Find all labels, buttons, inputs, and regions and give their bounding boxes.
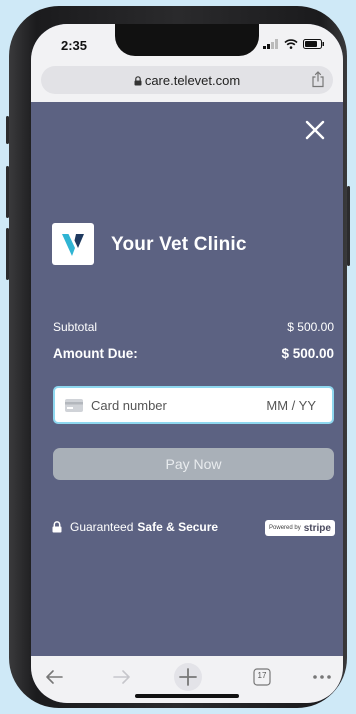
home-indicator[interactable]: [135, 694, 239, 698]
clinic-logo-mark: [62, 234, 84, 256]
side-button: [347, 186, 350, 266]
forward-button[interactable]: [107, 664, 137, 690]
amount-due-label: Amount Due:: [53, 346, 138, 361]
forward-arrow-icon: [113, 670, 130, 684]
status-icons: [263, 39, 325, 49]
url-display: care.televet.com: [41, 73, 333, 88]
url-text: care.televet.com: [144, 73, 241, 88]
subtotal-label: Subtotal: [53, 320, 98, 334]
status-bar: 2:35: [31, 24, 343, 60]
share-icon[interactable]: [311, 71, 325, 88]
wifi-icon: [284, 39, 298, 49]
more-dots-icon: [313, 675, 331, 679]
secure-prefix: Guaranteed: [70, 520, 134, 534]
tab-count: 17: [257, 671, 267, 680]
clinic-logo: [52, 223, 94, 265]
card-input[interactable]: Card number MM / YY: [53, 386, 334, 424]
back-arrow-icon: [46, 670, 63, 684]
credit-card-icon: [65, 399, 83, 412]
address-bar[interactable]: care.televet.com: [41, 66, 333, 94]
clinic-name: Your Vet Clinic: [111, 234, 247, 255]
more-button[interactable]: [307, 664, 337, 690]
secure-note: Guaranteed Safe & Secure: [52, 520, 218, 534]
lock-icon: [134, 76, 142, 86]
close-icon[interactable]: [303, 118, 327, 142]
side-button: [6, 166, 9, 218]
tabs-button[interactable]: 17: [247, 664, 277, 690]
card-number-placeholder[interactable]: Card number: [91, 398, 167, 413]
battery-icon: [303, 39, 324, 49]
side-button: [6, 116, 9, 144]
secure-strong: Safe & Secure: [137, 520, 219, 534]
notch: [115, 24, 259, 56]
amount-due-value: $ 500.00: [281, 346, 334, 361]
side-button: [6, 228, 9, 280]
lock-icon: [52, 521, 62, 533]
back-button[interactable]: [39, 664, 69, 690]
phone-frame: 2:35 care.televet.com Your Vet Clinic Su…: [6, 6, 350, 708]
powered-by-stripe-badge[interactable]: Powered by stripe: [265, 520, 335, 536]
signal-icon: [263, 39, 278, 49]
powered-by-text: Powered by: [269, 525, 301, 531]
browser-toolbar: care.televet.com: [31, 60, 343, 102]
plus-icon: [174, 663, 202, 691]
subtotal-value: $ 500.00: [287, 320, 334, 334]
stripe-wordmark: stripe: [303, 522, 331, 534]
new-tab-button[interactable]: [173, 663, 203, 691]
status-time: 2:35: [61, 38, 88, 53]
screen: 2:35 care.televet.com Your Vet Clinic Su…: [31, 24, 343, 703]
expiry-placeholder[interactable]: MM / YY: [266, 398, 316, 413]
pay-now-button[interactable]: Pay Now: [53, 448, 334, 480]
